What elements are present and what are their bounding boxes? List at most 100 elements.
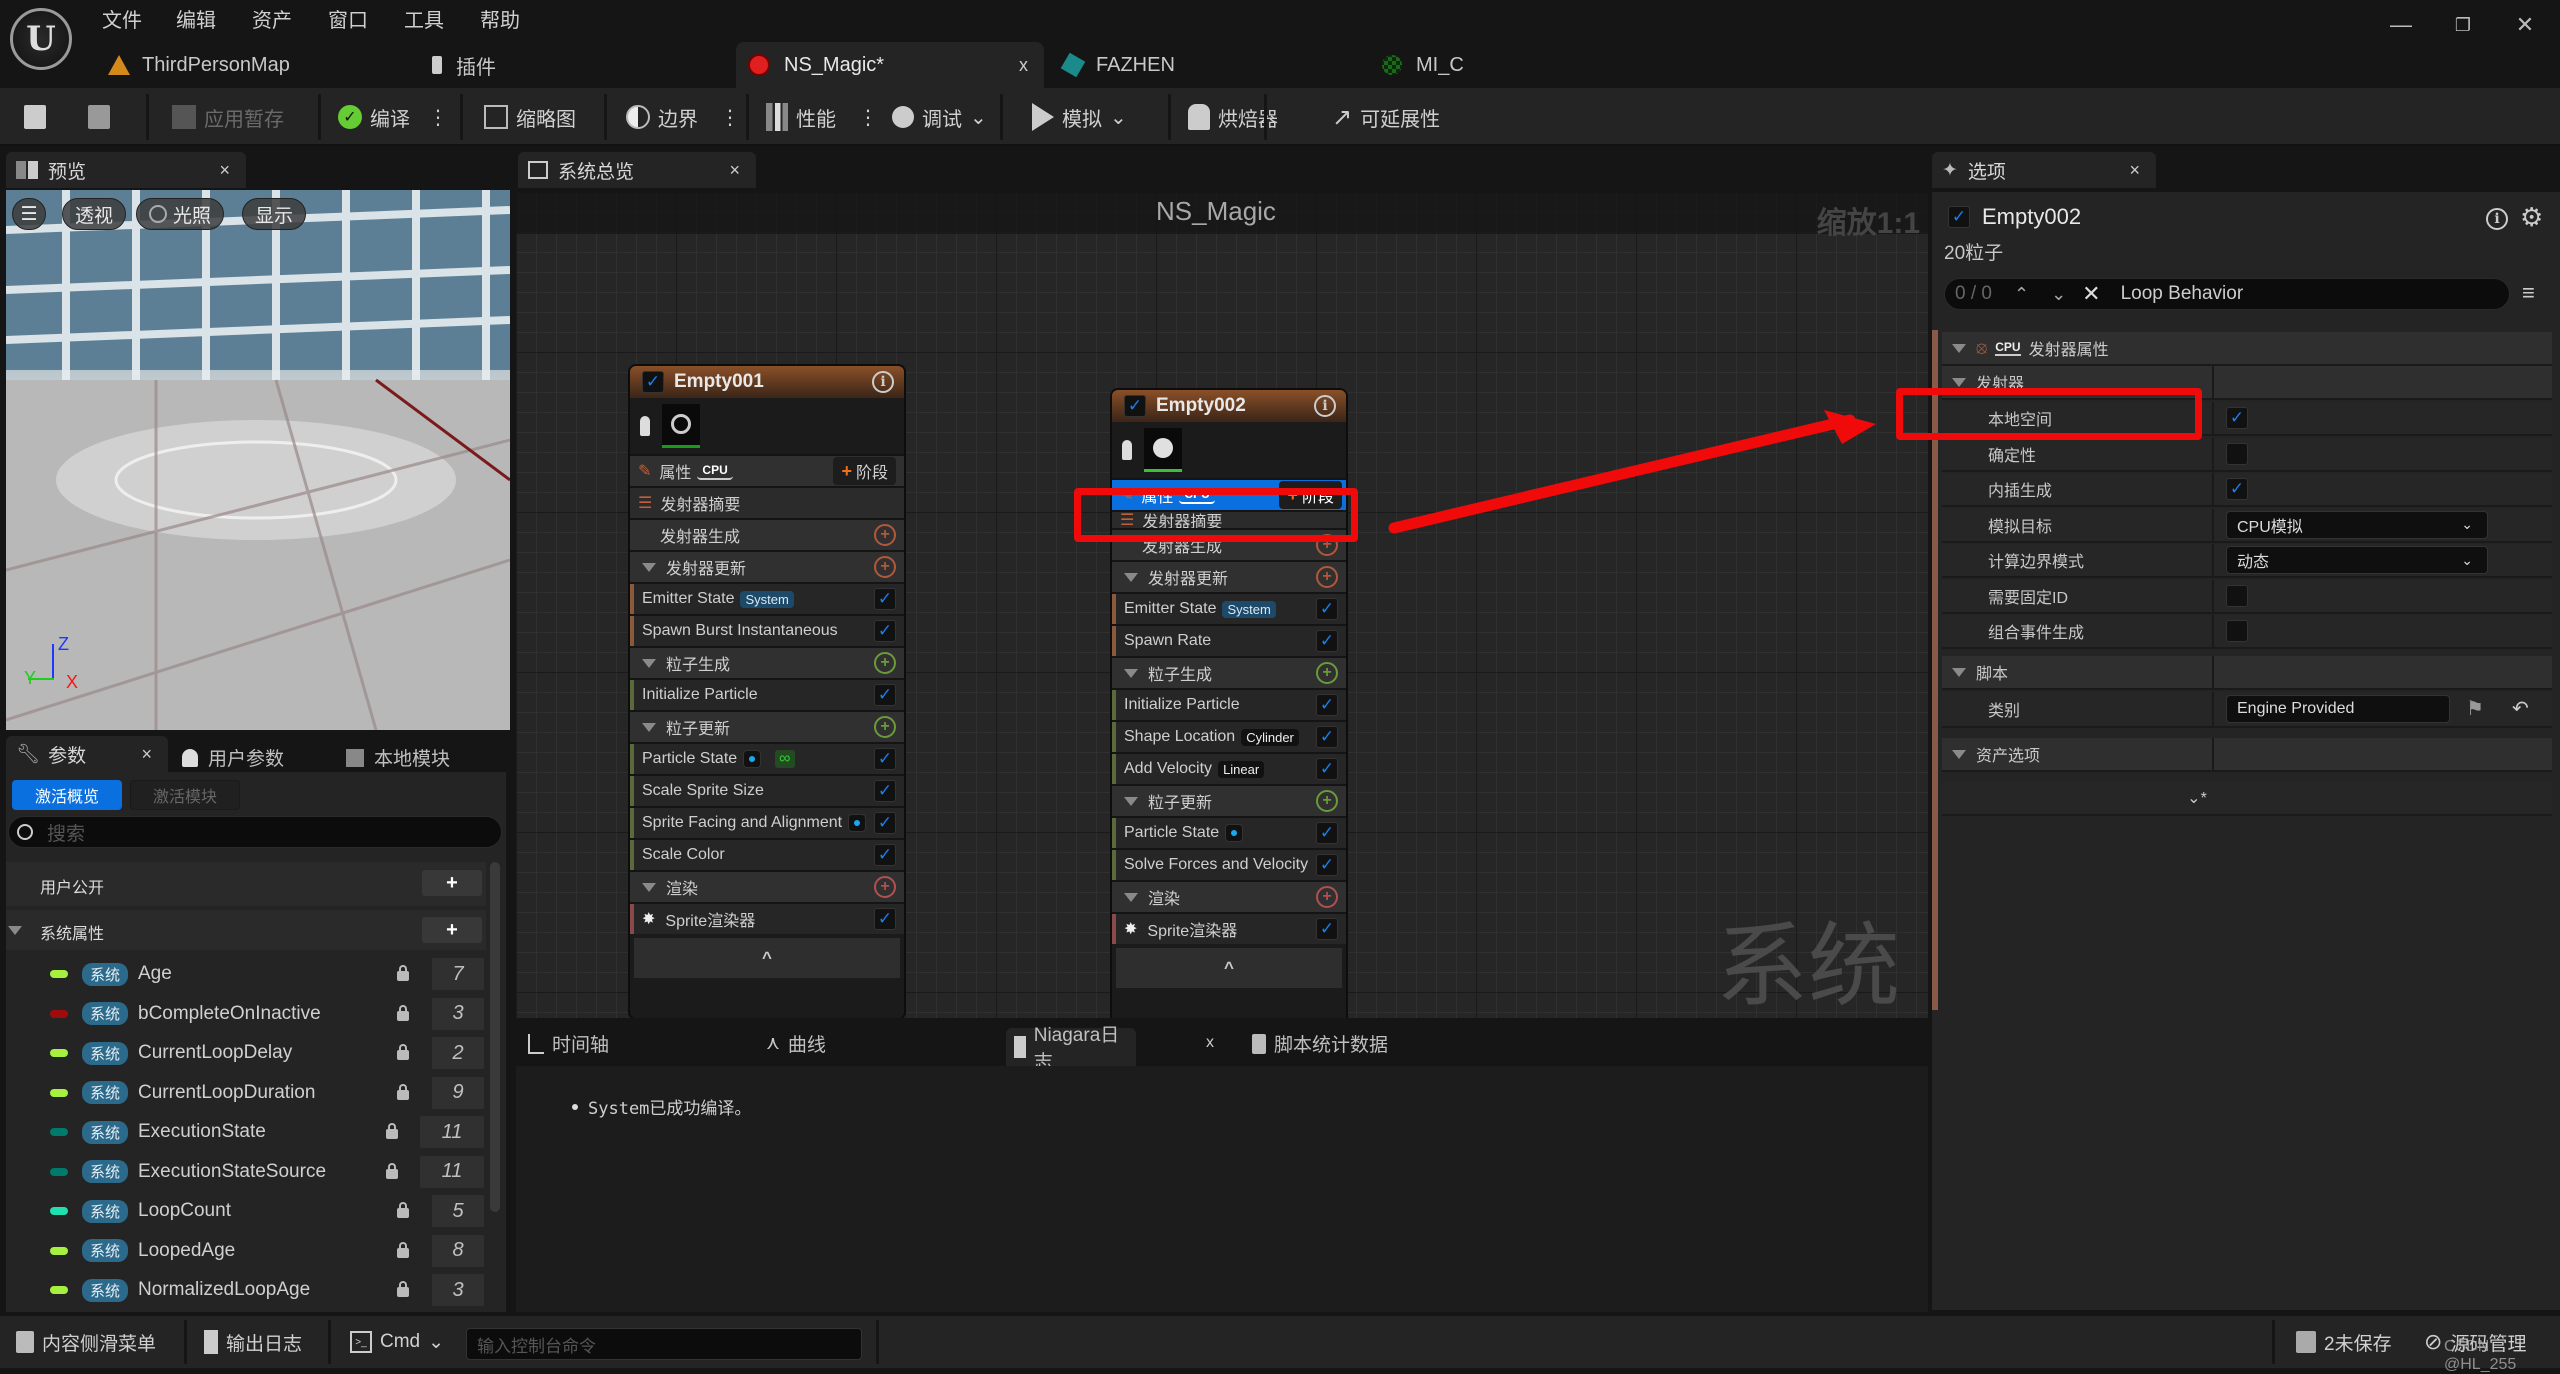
settings-gear-icon[interactable]: ⚙ <box>2520 202 2543 233</box>
compile-button[interactable]: ✓ 编译 ⋮ <box>338 88 448 146</box>
module-enable-checkbox[interactable]: ✓ <box>874 684 896 706</box>
particle-spawn-group[interactable]: 粒子生成 + <box>1112 656 1346 688</box>
emitter-spawn-group[interactable]: 发射器生成 + <box>630 518 904 550</box>
module-row[interactable]: Solve Forces and Velocity ✓ <box>1112 848 1346 880</box>
emitter-properties-category[interactable]: ⦻ CPU 发射器属性 <box>1942 332 2552 366</box>
module-enable-checkbox[interactable]: ✓ <box>1316 694 1338 716</box>
cmd-dropdown[interactable]: >_ Cmd ⌄ <box>350 1316 444 1368</box>
add-module-icon[interactable]: + <box>1316 566 1338 588</box>
menu-asset[interactable]: 资产 <box>252 4 292 33</box>
minimize-icon[interactable]: — <box>2386 10 2416 40</box>
property-checkbox[interactable]: ✓ <box>2226 584 2248 607</box>
debug-button[interactable]: 调试 ⌄ <box>892 88 987 146</box>
property-checkbox[interactable]: ✓ <box>2226 620 2248 642</box>
scalability-button[interactable]: ↗ 可延展性 <box>1332 88 1440 146</box>
param-reference-count[interactable]: 9 <box>432 1076 484 1109</box>
module-row[interactable]: Emitter State System ✓ <box>1112 592 1346 624</box>
param-reference-count[interactable]: 3 <box>432 1274 484 1306</box>
expand-advanced-icon[interactable]: ⌄* <box>2187 788 2207 808</box>
render-group[interactable]: 渲染 + <box>1112 880 1346 912</box>
console-command-input[interactable]: 输入控制台命令 <box>466 1328 862 1360</box>
emitter-enable-checkbox[interactable]: ✓ <box>642 371 664 393</box>
user-params-tab[interactable]: 用户参数 <box>182 744 284 771</box>
apply-pending-button[interactable]: 应用暂存 <box>172 88 284 146</box>
asset-options-section[interactable]: 资产选项 <box>1942 738 2552 772</box>
module-enable-checkbox[interactable]: ✓ <box>1316 630 1338 652</box>
next-match-icon[interactable]: ⌄ <box>2051 284 2066 305</box>
performance-button[interactable]: 性能 ⋮ <box>766 88 878 146</box>
close-tab-icon[interactable]: × <box>219 160 230 181</box>
module-row[interactable]: Emitter State System ✓ <box>630 582 904 614</box>
doc-tab-plugins[interactable]: 插件 <box>420 42 720 88</box>
renderer-enable-checkbox[interactable]: ✓ <box>874 908 896 930</box>
content-drawer-button[interactable]: 内容侧滑菜单 <box>16 1316 156 1368</box>
param-reference-count[interactable]: 5 <box>432 1195 484 1227</box>
renderer-row[interactable]: ✸ Sprite渲染器 ✓ <box>630 902 904 934</box>
module-enable-checkbox[interactable]: ✓ <box>1316 822 1338 844</box>
save-icon[interactable] <box>24 88 46 146</box>
param-reference-count[interactable]: 8 <box>432 1234 484 1267</box>
close-tab-icon[interactable]: × <box>141 744 152 765</box>
more-options-icon[interactable]: ⋮ <box>428 105 448 130</box>
output-log-button[interactable]: 输出日志 <box>204 1316 302 1368</box>
unsaved-button[interactable]: 2未保存 <box>2296 1316 2392 1368</box>
local-modules-tab[interactable]: 本地模块 <box>346 744 450 771</box>
more-options-icon[interactable]: ⋮ <box>720 105 740 130</box>
doc-tab-thirdpersonmap[interactable]: ThirdPersonMap <box>96 42 406 88</box>
module-enable-checkbox[interactable]: ✓ <box>874 812 896 834</box>
add-renderer-icon[interactable]: + <box>874 876 896 898</box>
particle-update-group[interactable]: 粒子更新 + <box>1112 784 1346 816</box>
info-icon[interactable]: i <box>872 371 894 393</box>
particle-update-group[interactable]: 粒子更新 + <box>630 710 904 742</box>
properties-row[interactable]: ✎ 属性 CPU + 阶段 <box>630 454 904 486</box>
browse-asset-icon[interactable] <box>88 88 110 146</box>
add-user-param-button[interactable]: + <box>422 870 482 896</box>
module-enable-checkbox[interactable]: ✓ <box>874 748 896 770</box>
module-row[interactable]: Initialize Particle ✓ <box>630 678 904 710</box>
simulate-button[interactable]: 模拟 ⌄ <box>1032 88 1127 146</box>
param-row[interactable]: 系统 CurrentLoopDuration 9 <box>6 1073 496 1113</box>
details-search-input[interactable]: 0 / 0 ⌃ ⌄ ✕ Loop Behavior <box>1944 278 2510 310</box>
advanced-expander[interactable]: ⌄* <box>1942 782 2552 816</box>
niagara-log-tab[interactable]: Niagara日志 <box>1006 1025 1136 1073</box>
property-dropdown[interactable]: CPU模拟 ⌄ <box>2226 510 2488 539</box>
renderer-enable-checkbox[interactable]: ✓ <box>1316 918 1338 940</box>
menu-edit[interactable]: 编辑 <box>176 4 216 33</box>
param-reference-count[interactable]: 3 <box>432 997 484 1030</box>
module-enable-checkbox[interactable]: ✓ <box>874 780 896 802</box>
module-enable-checkbox[interactable]: ✓ <box>874 620 896 642</box>
menu-tools[interactable]: 工具 <box>404 4 444 33</box>
filter-icon[interactable]: ≡ <box>2522 280 2535 306</box>
doc-tab-mi-c[interactable]: MI_C <box>1370 42 1670 88</box>
param-row[interactable]: 系统 NormalizedLoopAge 3 <box>6 1270 496 1310</box>
module-row[interactable]: Spawn Burst Instantaneous ✓ <box>630 614 904 646</box>
add-module-icon[interactable]: + <box>874 524 896 546</box>
params-tab[interactable]: 🔧︎ 参数 × <box>6 736 168 772</box>
bounds-button[interactable]: 边界 ⋮ <box>626 88 740 146</box>
menu-window[interactable]: 窗口 <box>328 4 368 33</box>
emitter-node-empty001[interactable]: ✓ Empty001 i ✎ 属性 CPU + 阶段 ☰ 发射器摘要 发射器生成 … <box>628 364 906 1018</box>
param-row[interactable]: 系统 CurrentLoopDelay 2 <box>6 1033 496 1073</box>
module-row[interactable]: Particle State ∞ ✓ <box>630 742 904 774</box>
curves-tab[interactable]: ⋏ 曲线 <box>766 1030 826 1057</box>
close-tab-icon[interactable]: × <box>729 160 740 181</box>
system-attributes-section[interactable]: 系统属性 + <box>6 910 486 950</box>
restore-icon[interactable]: ❐ <box>2448 10 2478 40</box>
module-enable-checkbox[interactable]: ✓ <box>1316 598 1338 620</box>
menu-help[interactable]: 帮助 <box>480 4 520 33</box>
param-reference-count[interactable]: 11 <box>420 1155 484 1188</box>
param-row[interactable]: 系统 Age 7 <box>6 954 496 994</box>
module-row[interactable]: Scale Sprite Size ✓ <box>630 774 904 806</box>
doc-tab-fazhen[interactable]: FAZHEN <box>1052 42 1352 88</box>
close-window-icon[interactable]: ✕ <box>2510 10 2540 40</box>
doc-tab-ns-magic[interactable]: NS_Magic* x <box>736 42 1044 88</box>
unreal-logo-icon[interactable]: U <box>10 8 72 70</box>
previous-match-icon[interactable]: ⌃ <box>2014 284 2029 305</box>
module-enable-checkbox[interactable]: ✓ <box>1316 726 1338 748</box>
module-row[interactable]: Initialize Particle ✓ <box>1112 688 1346 720</box>
menu-file[interactable]: 文件 <box>102 4 142 33</box>
thumbnail-button[interactable]: 缩略图 <box>484 88 576 146</box>
module-enable-checkbox[interactable]: ✓ <box>1316 758 1338 780</box>
system-overview-graph[interactable]: NS_Magic 缩放1:1 系统 ✓ Empty001 i ✎ 属性 CPU … <box>516 192 1928 1018</box>
add-renderer-icon[interactable]: + <box>1316 886 1338 908</box>
